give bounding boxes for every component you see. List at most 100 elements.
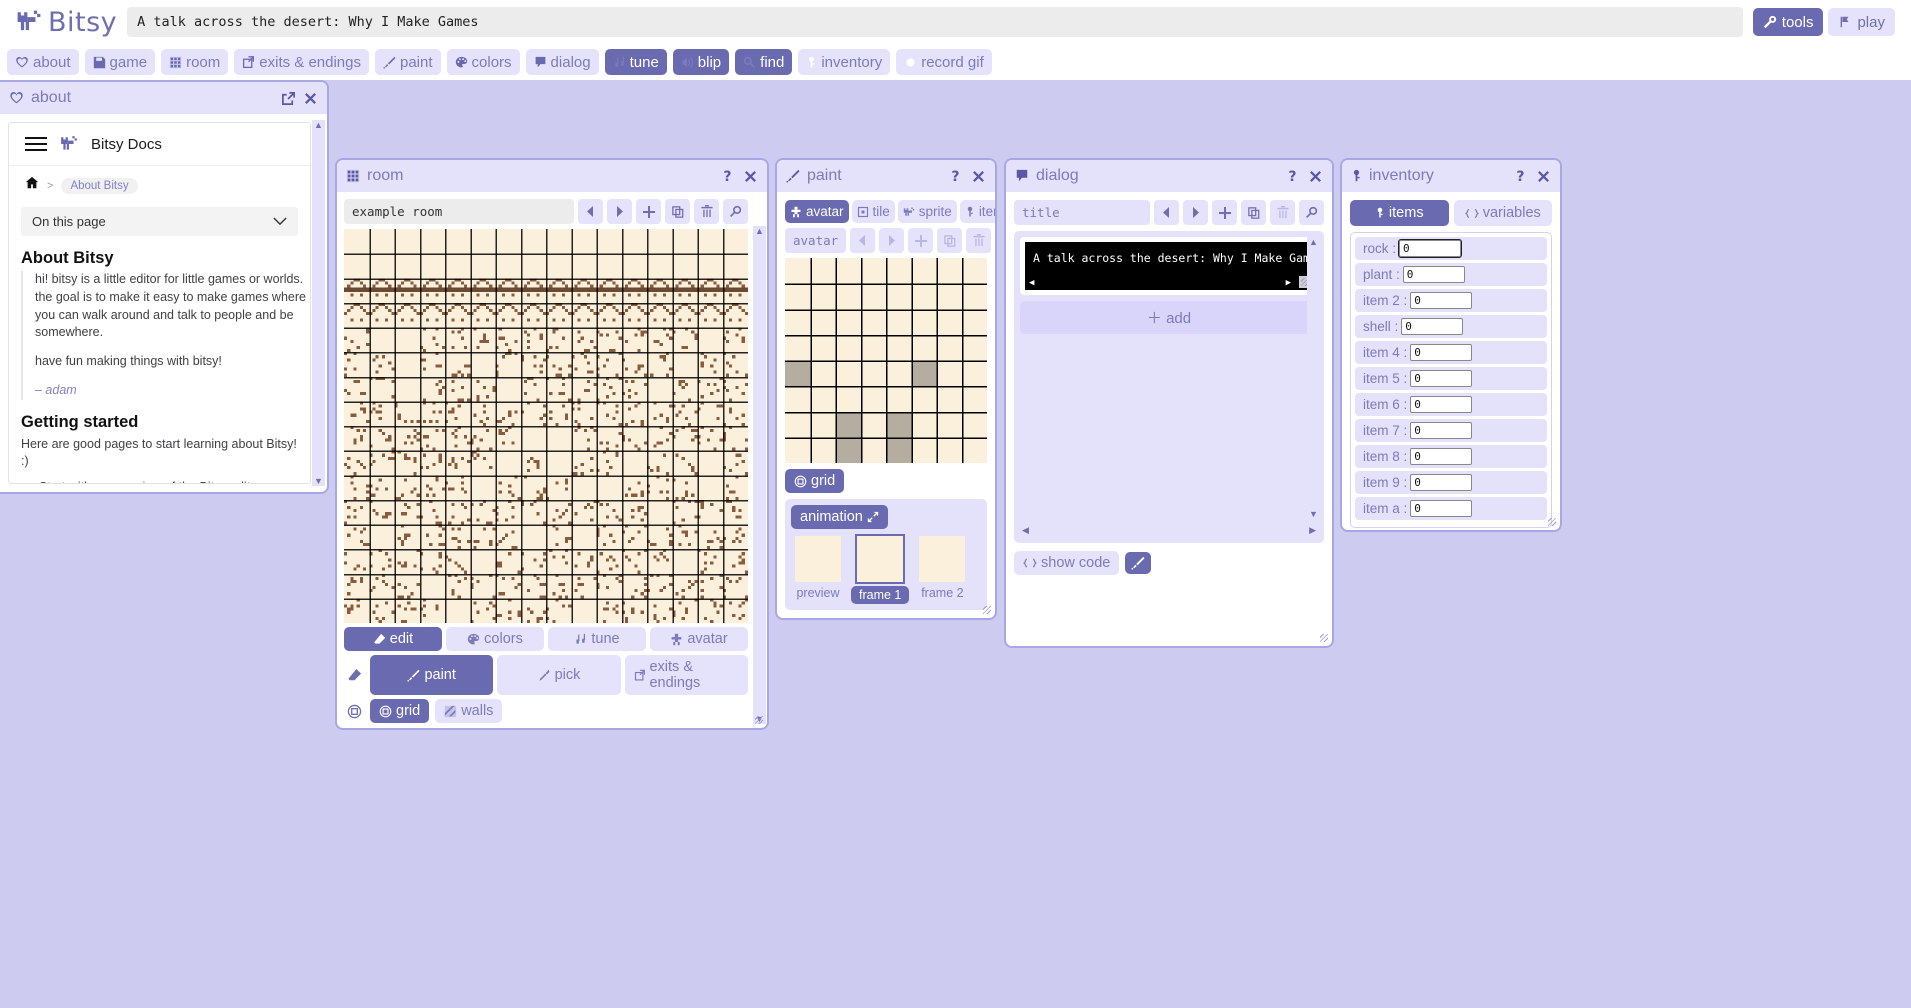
overview-link[interactable]: overview	[112, 480, 161, 484]
scroll-right-icon[interactable]: ▶	[1309, 525, 1316, 536]
game-title-input[interactable]: A talk across the desert: Why I Make Gam…	[127, 7, 1743, 37]
dialog-edit-mode-button[interactable]	[1125, 552, 1151, 574]
nav-item-about[interactable]: about	[7, 49, 79, 75]
room-toggle-grid[interactable]: grid	[370, 699, 429, 723]
dialog-preview[interactable]: A talk across the desert: Why I Make Gam…	[1025, 242, 1313, 290]
dialog-duplicate-button[interactable]	[1241, 200, 1266, 225]
inventory-tab-variables[interactable]: variables	[1454, 200, 1553, 226]
scroll-left-icon[interactable]: ◀	[1022, 525, 1029, 536]
dialog-add-button[interactable]	[1212, 200, 1237, 225]
about-scrollbar[interactable]: ▲ ▼	[312, 120, 325, 486]
nav-item-room[interactable]: room	[161, 49, 228, 75]
close-icon[interactable]	[303, 91, 318, 106]
paint-add-button[interactable]	[908, 228, 933, 253]
animation-toggle[interactable]: animation	[791, 505, 888, 529]
dialog-hscrollbar[interactable]: ◀ ▶	[1020, 524, 1318, 537]
popout-icon[interactable]	[281, 91, 296, 106]
inventory-item-value-input[interactable]: 0	[1401, 318, 1463, 335]
dialog-resize-handle[interactable]	[1318, 632, 1330, 644]
room-delete-button[interactable]	[694, 199, 719, 224]
scroll-up-icon[interactable]: ▲	[1309, 237, 1318, 247]
room-tool-exits-endings[interactable]: exits & endings	[625, 655, 748, 695]
inventory-item-value-input[interactable]: 0	[1410, 422, 1472, 439]
frame-label[interactable]: frame 1	[851, 586, 909, 604]
dialog-next-page-icon[interactable]: ▶	[1286, 278, 1291, 288]
room-prev-button[interactable]	[578, 199, 603, 224]
scroll-down-icon[interactable]: ▼	[1309, 509, 1318, 519]
inventory-tab-items[interactable]: items	[1350, 200, 1449, 226]
dialog-delete-button[interactable]	[1270, 200, 1295, 225]
dialog-add-row-button[interactable]: ＋ add	[1020, 301, 1318, 334]
inventory-item-value-input[interactable]: 0	[1410, 474, 1472, 491]
room-tab-edit[interactable]: edit	[344, 627, 442, 651]
show-code-button[interactable]: show code	[1014, 551, 1119, 575]
paint-delete-button[interactable]	[966, 228, 991, 253]
inventory-item-value-input[interactable]: 0	[1410, 396, 1472, 413]
frame-preview[interactable]: preview	[795, 536, 841, 604]
paint-name-input[interactable]: avatar	[785, 228, 846, 253]
nav-item-inventory[interactable]: inventory	[798, 49, 890, 75]
room-find-button[interactable]	[723, 199, 748, 224]
menu-icon[interactable]	[25, 137, 47, 151]
room-tab-avatar[interactable]: avatar	[650, 627, 748, 651]
home-icon[interactable]	[25, 176, 39, 195]
inventory-item-value-input[interactable]: 0	[1410, 370, 1472, 387]
nav-item-record-gif[interactable]: record gif	[896, 49, 992, 75]
paint-prev-button[interactable]	[850, 228, 875, 253]
frame-1[interactable]: frame 1	[851, 536, 909, 604]
play-button[interactable]: play	[1828, 8, 1895, 36]
inventory-item-value-input[interactable]: 0	[1410, 292, 1472, 309]
room-resize-handle[interactable]	[753, 714, 765, 726]
room-tab-colors[interactable]: colors	[446, 627, 544, 651]
close-icon[interactable]	[971, 169, 986, 184]
inventory-item-value-input[interactable]: 0	[1410, 344, 1472, 361]
paint-tab-item[interactable]: item	[960, 200, 995, 223]
frame-2[interactable]: frame 2	[919, 536, 965, 604]
help-icon[interactable]: ?	[950, 169, 964, 184]
close-icon[interactable]	[1536, 169, 1551, 184]
help-icon[interactable]: ?	[1515, 169, 1529, 184]
inventory-item-value-input[interactable]: 0	[1410, 500, 1472, 517]
breadcrumb-current[interactable]: About Bitsy	[61, 178, 137, 194]
nav-item-dialog[interactable]: dialog	[526, 49, 599, 75]
scroll-down-icon[interactable]: ▼	[314, 476, 323, 486]
nav-item-exits-endings[interactable]: exits & endings	[234, 49, 369, 75]
frame-1-canvas[interactable]	[857, 536, 903, 582]
room-tool-pick[interactable]: pick	[497, 655, 620, 695]
room-canvas[interactable]	[344, 229, 748, 623]
help-icon[interactable]: ?	[1287, 169, 1301, 184]
paint-next-button[interactable]	[879, 228, 904, 253]
inventory-item-value-input[interactable]: 0	[1399, 240, 1461, 257]
dialog-prev-page-icon[interactable]: ◀	[1029, 278, 1034, 288]
room-duplicate-button[interactable]	[665, 199, 690, 224]
nav-item-paint[interactable]: paint	[375, 49, 441, 75]
room-toggle-walls[interactable]: walls	[435, 699, 502, 723]
room-next-button[interactable]	[607, 199, 632, 224]
scroll-up-icon[interactable]: ▲	[755, 226, 764, 236]
frame-2-canvas[interactable]	[919, 536, 965, 582]
inventory-item-value-input[interactable]: 0	[1410, 448, 1472, 465]
paint-toggle-grid[interactable]: grid	[785, 469, 844, 493]
paint-tab-tile[interactable]: tile	[852, 200, 895, 223]
dialog-vscrollbar[interactable]: ▲ ▼	[1307, 237, 1320, 519]
inventory-item-value-input[interactable]: 0	[1403, 266, 1465, 283]
dialog-prev-button[interactable]	[1154, 200, 1179, 225]
dialog-find-button[interactable]	[1299, 200, 1324, 225]
scroll-up-icon[interactable]: ▲	[314, 120, 323, 130]
room-tab-tune[interactable]: tune	[548, 627, 646, 651]
paint-duplicate-button[interactable]	[937, 228, 962, 253]
room-add-button[interactable]	[636, 199, 661, 224]
frame-preview-canvas[interactable]	[795, 536, 841, 582]
close-icon[interactable]	[1308, 169, 1323, 184]
close-icon[interactable]	[743, 169, 758, 184]
dialog-card[interactable]: A talk across the desert: Why I Make Gam…	[1020, 237, 1318, 295]
paint-resize-handle[interactable]	[981, 604, 993, 616]
room-scrollbar[interactable]: ▲ ▼	[753, 226, 766, 724]
nav-item-find[interactable]: find	[735, 49, 792, 75]
nav-item-tune[interactable]: tune	[605, 49, 667, 75]
inventory-resize-handle[interactable]	[1546, 516, 1558, 528]
paint-canvas[interactable]	[785, 258, 987, 463]
tools-button[interactable]: tools	[1753, 8, 1824, 36]
room-tool-paint[interactable]: paint	[370, 655, 493, 695]
nav-item-blip[interactable]: blip	[673, 49, 729, 75]
